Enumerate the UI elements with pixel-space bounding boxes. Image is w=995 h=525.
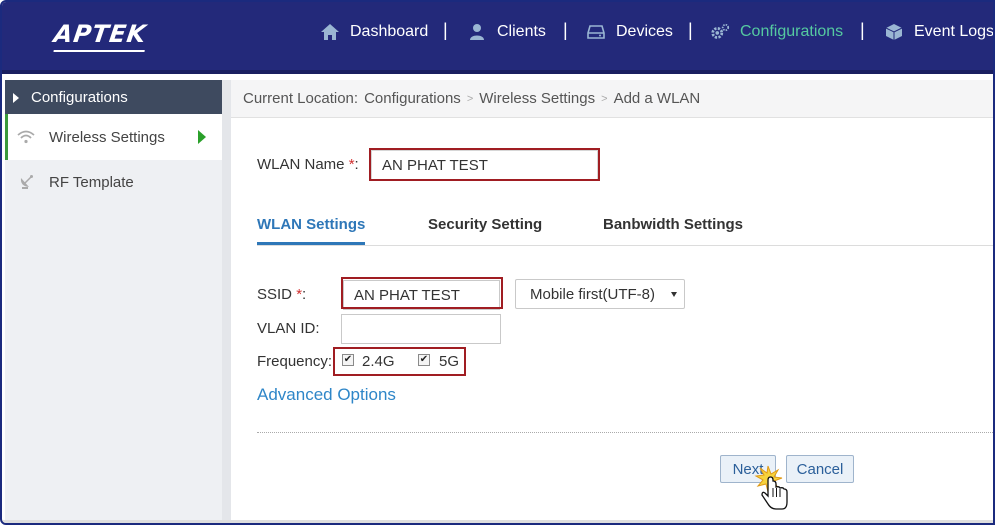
- wlan-name-label-text: WLAN Name: [257, 156, 345, 173]
- wlan-name-highlight: [369, 148, 600, 181]
- cube-icon: [884, 22, 904, 42]
- freq-24g-checkbox[interactable]: ✔: [342, 354, 354, 366]
- sidebar-item-label: Wireless Settings: [49, 128, 165, 146]
- tab-security-setting[interactable]: Security Setting: [428, 216, 542, 233]
- ssid-label: SSID *:: [257, 286, 306, 303]
- sidebar-item-rf-template[interactable]: RF Template: [5, 160, 222, 204]
- nav-configurations[interactable]: Configurations: [710, 20, 843, 44]
- caret-right-icon: [13, 93, 19, 103]
- breadcrumb: Current Location: Configurations > Wirel…: [231, 80, 993, 118]
- satellite-dish-icon: [17, 173, 35, 191]
- nav-devices-label: Devices: [616, 23, 673, 40]
- vlan-id-label: VLAN ID:: [257, 320, 320, 337]
- breadcrumb-separator: >: [466, 92, 474, 105]
- wifi-icon: [17, 128, 35, 146]
- breadcrumb-prefix: Current Location:: [243, 90, 359, 107]
- sidebar-header[interactable]: Configurations: [5, 80, 222, 114]
- freq-5g-checkbox[interactable]: ✔: [418, 354, 430, 366]
- ssid-highlight: [341, 277, 503, 309]
- top-navbar: APTEK Dashboard | Clients | Devices | Co…: [2, 2, 995, 74]
- hard-drive-icon: [586, 22, 606, 42]
- breadcrumb-item[interactable]: Wireless Settings: [479, 90, 595, 107]
- freq-24g-label: 2.4G: [362, 353, 395, 370]
- advanced-options-link[interactable]: Advanced Options: [257, 385, 396, 405]
- nav-configurations-label: Configurations: [740, 23, 844, 40]
- wlan-name-label: WLAN Name *:: [257, 156, 359, 173]
- tab-bandwidth-settings[interactable]: Banbwidth Settings: [603, 216, 743, 233]
- nav-clients[interactable]: Clients: [467, 20, 546, 44]
- nav-event-logs[interactable]: Event Logs: [884, 20, 995, 44]
- sidebar: Configurations Wireless Settings RF Temp…: [5, 80, 222, 520]
- nav-separator: |: [860, 20, 865, 40]
- frequency-label: Frequency:: [257, 353, 333, 370]
- user-icon: [467, 22, 487, 42]
- nav-separator: |: [688, 20, 693, 40]
- nav-clients-label: Clients: [497, 23, 546, 40]
- nav-separator: |: [443, 20, 448, 40]
- form-divider: [257, 432, 993, 433]
- settings-tabs: WLAN Settings Security Setting Banbwidth…: [257, 212, 993, 246]
- active-tab-indicator: [257, 242, 365, 245]
- dropdown-arrow-icon: [671, 292, 677, 297]
- ssid-label-text: SSID: [257, 286, 293, 303]
- active-arrow-icon: [198, 130, 206, 144]
- app-window: APTEK Dashboard | Clients | Devices | Co…: [0, 0, 995, 525]
- vlan-id-input[interactable]: [341, 314, 501, 344]
- nav-dashboard[interactable]: Dashboard: [320, 20, 428, 44]
- nav-event-logs-label: Event Logs: [914, 23, 995, 40]
- breadcrumb-item-current: Add a WLAN: [613, 90, 701, 107]
- label-colon: :: [354, 156, 359, 173]
- home-icon: [320, 22, 340, 42]
- breadcrumb-item[interactable]: Configurations: [364, 90, 461, 107]
- nav-dashboard-label: Dashboard: [350, 23, 429, 40]
- tab-wlan-settings[interactable]: WLAN Settings: [257, 216, 365, 233]
- cancel-button[interactable]: Cancel: [786, 455, 854, 483]
- sidebar-item-label: RF Template: [49, 173, 134, 191]
- sidebar-item-wireless-settings[interactable]: Wireless Settings: [5, 114, 222, 160]
- main-nav: Dashboard | Clients | Devices | Configur…: [2, 2, 995, 62]
- click-cursor-icon: [754, 465, 788, 510]
- freq-5g-label: 5G: [439, 353, 460, 370]
- label-colon: :: [302, 286, 307, 303]
- nav-separator: |: [563, 20, 568, 40]
- encoding-select-value: Mobile first(UTF-8): [530, 285, 656, 303]
- window-bottom-edge: [2, 520, 993, 523]
- gears-icon: [710, 22, 730, 42]
- nav-devices[interactable]: Devices: [586, 20, 673, 44]
- sidebar-header-label: Configurations: [31, 88, 128, 106]
- breadcrumb-separator: >: [601, 92, 608, 105]
- sidebar-divider: [222, 80, 231, 520]
- encoding-select[interactable]: Mobile first(UTF-8): [515, 279, 685, 309]
